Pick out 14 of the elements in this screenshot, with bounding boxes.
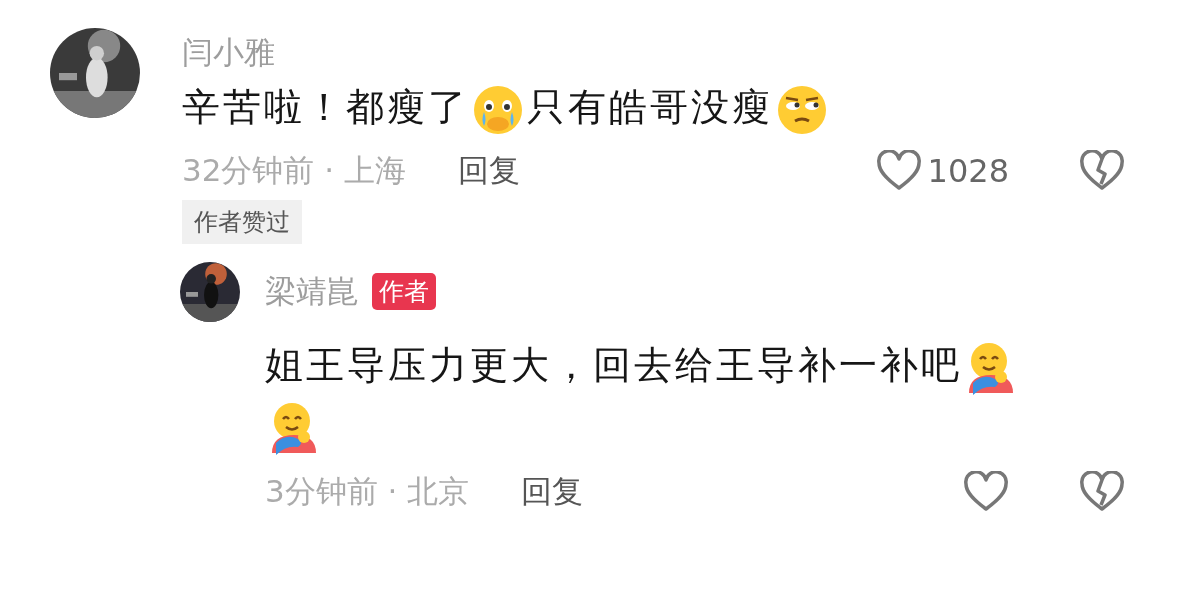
- author-tag: 作者: [372, 273, 436, 310]
- timestamp-location: 3分钟前 · 北京: [265, 471, 470, 511]
- comment-text: 姐王导压力更大，回去给王导补一补吧: [265, 342, 962, 387]
- heart-icon[interactable]: [963, 470, 1009, 513]
- like-count: 1028: [927, 151, 1009, 190]
- broken-heart-icon[interactable]: [1079, 470, 1125, 513]
- comment-text: 只有皓哥没瘦: [527, 85, 773, 129]
- heart-icon[interactable]: [875, 149, 922, 192]
- timestamp-location: 32分钟前 · 上海: [182, 150, 406, 190]
- reply-button[interactable]: 回复: [458, 149, 520, 192]
- author-liked-tag: 作者赞过: [182, 199, 302, 244]
- reply-button[interactable]: 回复: [521, 470, 584, 513]
- broken-heart-icon[interactable]: [1079, 149, 1125, 192]
- comment-text: 辛苦啦！都瘦了: [182, 85, 469, 129]
